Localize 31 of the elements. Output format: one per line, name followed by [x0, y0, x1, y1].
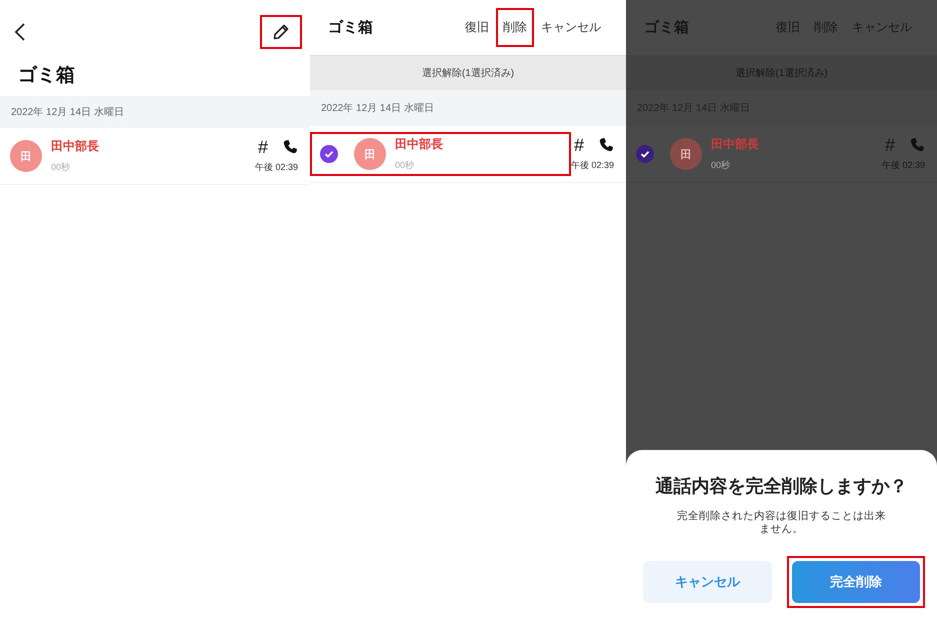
call-duration: 00秒 [711, 159, 732, 172]
call-duration: 00秒 [51, 161, 72, 174]
phone-icon[interactable] [598, 136, 614, 152]
phone-icon[interactable] [282, 138, 298, 154]
avatar: 田 [354, 138, 386, 170]
page-title: ゴミ箱 [328, 18, 373, 37]
avatar: 田 [670, 138, 702, 170]
call-time: 午後 02:39 [254, 160, 298, 174]
dialog-message: 完全削除された内容は復旧することは出来ません。 [676, 510, 887, 536]
action-button[interactable]: 復旧 [462, 15, 492, 40]
cancel-button[interactable]: キャンセル [643, 561, 772, 603]
delete-button[interactable]: 完全削除 [792, 561, 920, 603]
checkbox-icon[interactable] [636, 145, 654, 163]
page-title: ゴミ箱 [17, 64, 76, 88]
action-button[interactable]: キャンセル [538, 15, 604, 40]
contact-name: 田中部長 [711, 136, 759, 153]
contact-name: 田中部長 [395, 136, 443, 153]
hash-icon[interactable]: # [258, 138, 268, 154]
call-time: 午後 02:39 [570, 158, 614, 172]
call-duration: 00秒 [395, 159, 416, 172]
deselect-bar[interactable]: 選択解除(1選択済み) [422, 66, 514, 80]
checkbox-icon[interactable] [320, 145, 338, 163]
action-button[interactable]: 削除 [500, 15, 530, 40]
hash-icon[interactable]: # [574, 136, 584, 152]
pencil-icon[interactable] [271, 22, 291, 42]
date-header: 2022年 12月 14日 水曜日 [321, 102, 434, 115]
avatar: 田 [10, 140, 42, 172]
date-header: 2022年 12月 14日 水曜日 [11, 106, 124, 119]
hash-icon[interactable]: # [884, 136, 895, 152]
dialog-title: 通話内容を完全削除しますか？ [656, 475, 908, 498]
contact-name: 田中部長 [51, 138, 99, 155]
